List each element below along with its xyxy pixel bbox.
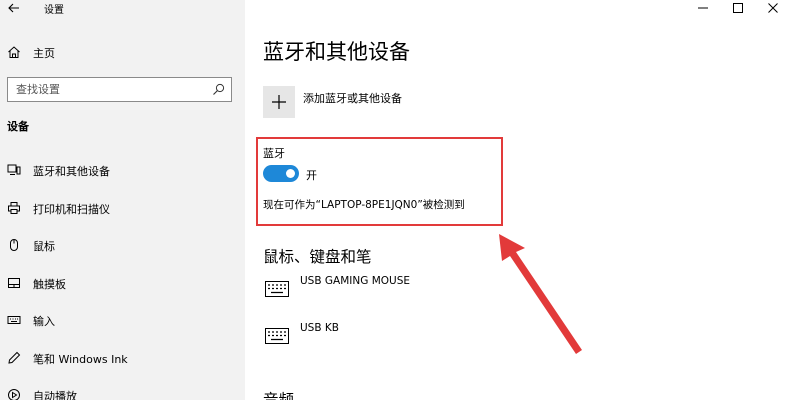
- nav-home[interactable]: 主页: [0, 40, 245, 66]
- app-title: 设置: [44, 5, 64, 16]
- mouse-icon: [10, 239, 18, 251]
- section-heading-mouse-keyboard-pen: 鼠标、键盘和笔: [263, 248, 372, 266]
- sidebar-item-label: 笔和 Windows Ink: [33, 353, 128, 366]
- sidebar-item-label: 蓝牙和其他设备: [33, 165, 110, 178]
- add-device-label: 添加蓝牙或其他设备: [303, 92, 402, 105]
- sidebar: 设置 主页 设备 蓝牙和其他设备 打印机和扫描仪 鼠标 触摸板 输入 笔和 Wi…: [0, 0, 245, 400]
- keyboard-icon: [7, 316, 21, 324]
- discoverable-text: 现在可作为“LAPTOP-8PE1JQN0”被检测到: [263, 199, 465, 211]
- minimize-button[interactable]: [686, 0, 720, 18]
- sidebar-item-mouse[interactable]: 鼠标: [0, 233, 245, 259]
- keyboard-icon: [265, 328, 289, 344]
- sidebar-item-typing[interactable]: 输入: [0, 308, 245, 334]
- minimize-icon: [698, 7, 708, 9]
- nav-home-label: 主页: [33, 47, 55, 60]
- device-name: USB KB: [300, 322, 339, 334]
- device-item[interactable]: USB GAMING MOUSE: [263, 275, 503, 309]
- search-input[interactable]: [8, 78, 203, 101]
- autoplay-icon: [8, 389, 20, 400]
- add-tile[interactable]: [263, 86, 295, 118]
- toggle-knob: [286, 169, 295, 178]
- plus-icon: [272, 95, 286, 109]
- red-arrow-icon: [499, 234, 582, 354]
- sidebar-item-autoplay[interactable]: 自动播放: [0, 383, 245, 400]
- sidebar-item-bluetooth[interactable]: 蓝牙和其他设备: [0, 158, 245, 184]
- titlebar-left: 设置: [0, 0, 245, 18]
- sidebar-item-pen[interactable]: 笔和 Windows Ink: [0, 346, 245, 372]
- search-icon[interactable]: [212, 83, 225, 96]
- sidebar-item-label: 触摸板: [33, 278, 66, 291]
- sidebar-item-label: 自动播放: [33, 390, 77, 400]
- sidebar-item-label: 打印机和扫描仪: [33, 203, 110, 216]
- home-icon: [8, 46, 20, 58]
- sidebar-item-label: 输入: [33, 315, 55, 328]
- back-arrow-icon: [8, 3, 19, 13]
- device-name: USB GAMING MOUSE: [300, 275, 411, 287]
- maximize-icon: [733, 3, 743, 13]
- search-box[interactable]: [7, 77, 232, 102]
- device-item[interactable]: USB KB: [263, 322, 503, 356]
- printer-icon: [8, 202, 20, 214]
- pen-icon: [8, 351, 21, 364]
- section-heading-devices: 设备: [7, 120, 29, 133]
- keyboard-icon: [265, 281, 289, 297]
- add-device-button[interactable]: 添加蓝牙或其他设备: [263, 86, 523, 120]
- section-heading-audio: 音频: [263, 391, 295, 400]
- bluetooth-toggle[interactable]: [263, 165, 299, 182]
- maximize-button[interactable]: [721, 0, 755, 18]
- sidebar-item-touchpad[interactable]: 触摸板: [0, 271, 245, 297]
- bluetooth-toggle-state: 开: [306, 169, 317, 182]
- sidebar-item-printers[interactable]: 打印机和扫描仪: [0, 196, 245, 222]
- bluetooth-devices-icon: [7, 164, 21, 175]
- back-button[interactable]: [6, 0, 22, 16]
- close-button[interactable]: [756, 0, 786, 18]
- touchpad-icon: [8, 278, 20, 288]
- page-title: 蓝牙和其他设备: [263, 40, 410, 64]
- bluetooth-label: 蓝牙: [263, 147, 285, 160]
- close-icon: [768, 3, 778, 13]
- sidebar-item-label: 鼠标: [33, 240, 55, 253]
